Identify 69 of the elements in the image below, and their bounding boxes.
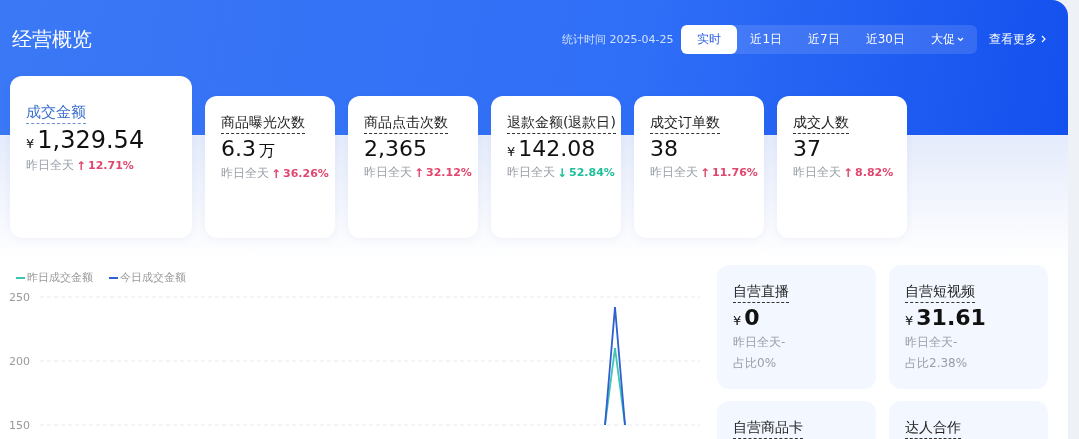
metric-card[interactable]: 退款金额(退款日) ¥142.08 昨日全天 ↓ 52.84% [491,96,621,238]
metric-card[interactable]: 商品点击次数 2,365 昨日全天 ↑ 32.12% [348,96,478,238]
metric-label: 商品曝光次数 [221,114,305,134]
metric-value: 1,329.54 [37,126,145,154]
page-title: 经营概览 [12,25,92,53]
trend-arrow: ↑ [843,165,854,180]
channel-value: 0 [744,305,760,330]
channel-card[interactable]: 自营短视频 ¥31.61 昨日全天- 占比2.38% [889,265,1048,389]
time-tab[interactable]: 大促 [918,24,977,54]
metric-card[interactable]: 成交订单数 38 昨日全天 ↑ 11.76% [634,96,764,238]
metric-value: 2,365 [364,136,427,161]
change-percent: 32.12% [426,166,472,179]
compare-label: 昨日全天- [733,334,786,351]
trend-arrow: ↑ [700,165,711,180]
metric-label: 成交订单数 [650,114,720,134]
metric-label: 成交金额 [26,103,86,124]
currency-symbol: ¥ [905,313,914,328]
metric-label: 成交人数 [793,114,849,134]
channel-label: 自营直播 [733,283,789,303]
compare-label: 昨日全天 [650,164,698,181]
time-tab[interactable]: 近30日 [852,24,918,54]
y-tick-label: 200 [9,355,30,368]
metric-unit: 万 [259,141,275,162]
compare-label: 昨日全天 [793,164,841,181]
channel-value: 31.61 [916,305,986,330]
trend-arrow: ↓ [557,165,568,180]
currency-symbol: ¥ [26,136,35,151]
y-tick-label: 250 [9,291,30,304]
compare-label: 昨日全天 [221,165,269,182]
change-percent: 11.76% [712,166,758,179]
channel-card[interactable]: 自营直播 ¥0 昨日全天- 占比0% [717,265,876,389]
currency-symbol: ¥ [507,144,516,159]
time-tab[interactable]: 实时 [681,24,738,54]
metric-card[interactable]: 成交人数 37 昨日全天 ↑ 8.82% [777,96,907,238]
y-tick-label: 150 [9,419,30,429]
change-percent: 52.84% [569,166,615,179]
channel-label: 自营短视频 [905,283,975,303]
compare-label: 昨日全天- [905,334,958,351]
share-label: 占比2.38% [905,355,968,372]
trend-arrow: ↑ [271,166,282,181]
stat-time: 统计时间 2025-04-25 [562,31,674,47]
metric-value: 142.08 [518,136,596,161]
compare-label: 昨日全天 [26,157,74,174]
metric-card[interactable]: 商品曝光次数 6.3 万 昨日全天 ↑ 36.26% [205,96,335,238]
channel-label: 自营商品卡 [733,419,803,439]
trend-arrow: ↑ [76,158,87,173]
metric-value: 37 [793,136,821,161]
metric-label: 商品点击次数 [364,114,448,134]
channel-card[interactable]: 达人合作 [889,401,1048,439]
legend-label: 昨日成交金额 [27,270,93,285]
view-more-link[interactable]: 查看更多 [989,30,1046,48]
share-label: 占比0% [733,355,777,372]
change-percent: 36.26% [283,167,329,180]
metric-value: 6.3 [221,136,256,161]
time-tab[interactable]: 近1日 [737,24,796,54]
change-percent: 12.71% [88,159,134,172]
channel-label: 达人合作 [905,419,961,439]
metric-value: 38 [650,136,678,161]
metric-label: 退款金额(退款日) [507,114,616,134]
time-tab[interactable]: 近7日 [795,24,853,54]
currency-symbol: ¥ [733,313,742,328]
channel-card[interactable]: 自营商品卡 [717,401,876,439]
compare-label: 昨日全天 [507,164,555,181]
change-percent: 8.82% [855,166,894,179]
compare-label: 昨日全天 [364,164,412,181]
trend-arrow: ↑ [414,165,425,180]
chevron-right-icon [1041,35,1046,43]
metric-card[interactable]: 成交金额 ¥1,329.54 昨日全天 ↑ 12.71% [10,76,192,238]
legend-label: 今日成交金额 [120,270,186,285]
